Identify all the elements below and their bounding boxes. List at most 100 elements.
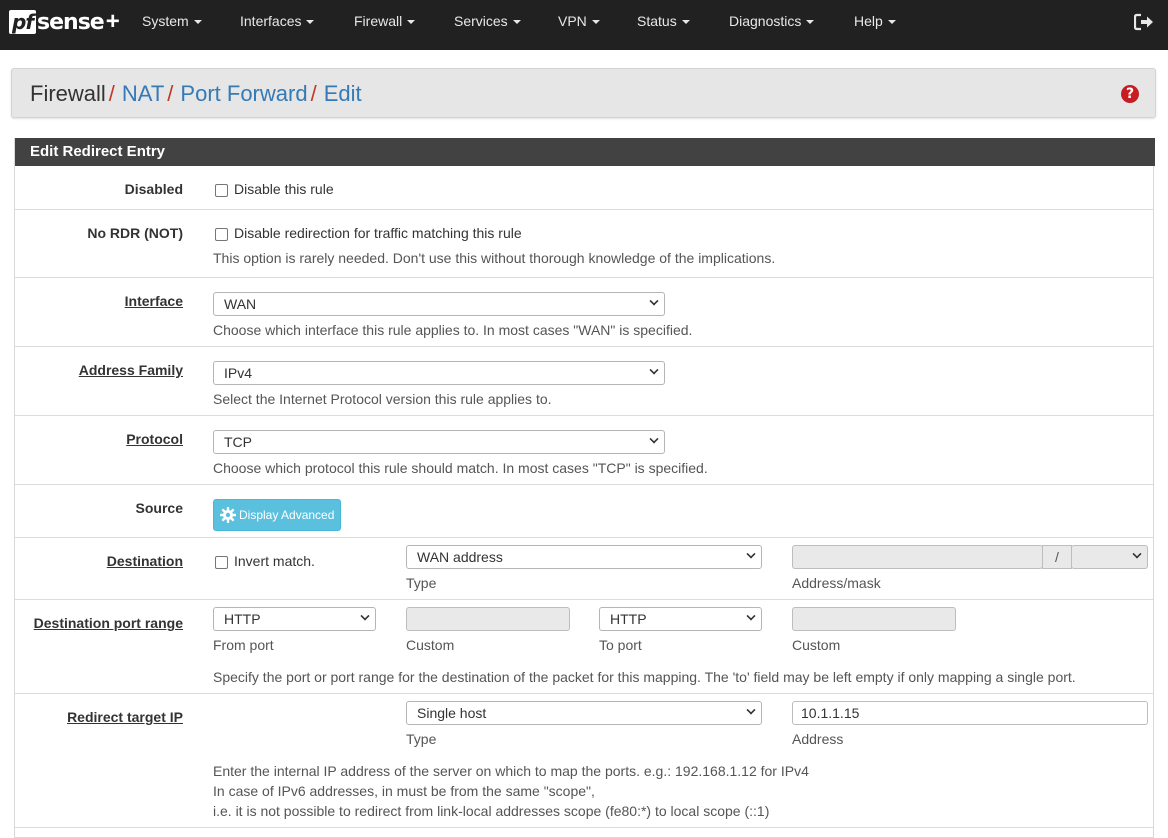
help-icon[interactable]: ? xyxy=(1121,85,1139,103)
nav-menu-label: System xyxy=(142,13,189,29)
caret-down-icon xyxy=(681,20,690,25)
invert-match-checkbox-label[interactable]: Invert match. xyxy=(234,553,315,569)
nav-menu-services[interactable]: Services xyxy=(454,0,521,44)
disable-rule-checkbox[interactable] xyxy=(215,184,228,197)
disable-rule-checkbox-label[interactable]: Disable this rule xyxy=(234,181,334,197)
nav-menu-help[interactable]: Help xyxy=(854,0,896,44)
to-port-custom-input[interactable] xyxy=(792,607,956,631)
chevron-down-icon xyxy=(1132,549,1142,559)
row-address-family: Address Family IPv4 Select the Internet … xyxy=(15,347,1153,416)
row-redirect-target-ip: Redirect target IP Single host Type 10.1… xyxy=(15,694,1153,828)
nav-menu-status[interactable]: Status xyxy=(637,0,690,44)
destination-port-help-text: Specify the port or port range for the d… xyxy=(213,669,1076,685)
nav-menu-label: Interfaces xyxy=(240,13,302,29)
nordr-checkbox[interactable] xyxy=(215,228,228,241)
nordr-checkbox-label[interactable]: Disable redirection for traffic matching… xyxy=(234,225,522,241)
nav-menu-label: VPN xyxy=(558,13,587,29)
destination-mask-separator: / xyxy=(1042,545,1072,569)
nav-menu-diagnostics[interactable]: Diagnostics xyxy=(729,0,815,44)
redirect-address-input[interactable]: 10.1.1.15 xyxy=(792,701,1148,725)
panel-title: Edit Redirect Entry xyxy=(15,138,1155,166)
redirect-address-value: 10.1.1.15 xyxy=(801,705,860,721)
nordr-help-text: This option is rarely needed. Don't use … xyxy=(213,250,776,266)
interface-label[interactable]: Interface xyxy=(125,293,183,309)
redirect-help-line-3: i.e. it is not possible to redirect from… xyxy=(213,803,770,819)
nav-menu-label: Firewall xyxy=(354,13,403,29)
row-source: Source Display Advanced xyxy=(15,485,1153,538)
redirect-address-caption: Address xyxy=(792,731,844,747)
address-family-select-value: IPv4 xyxy=(224,365,253,381)
logo-sense: sense xyxy=(37,9,105,35)
address-family-select[interactable]: IPv4 xyxy=(213,361,665,385)
caret-down-icon xyxy=(887,20,896,25)
destination-mask-select[interactable] xyxy=(1071,545,1148,569)
nav-menu-label: Services xyxy=(454,13,508,29)
redirect-type-select[interactable]: Single host xyxy=(406,701,762,725)
from-port-select-value: HTTP xyxy=(224,611,261,627)
caret-down-icon xyxy=(193,20,202,25)
address-family-help-text: Select the Internet Protocol version thi… xyxy=(213,391,552,407)
breadcrumb-link-nat[interactable]: NAT xyxy=(122,81,164,106)
chevron-down-icon xyxy=(649,365,659,375)
row-interface: Interface WAN Choose which interface thi… xyxy=(15,278,1153,347)
breadcrumb-separator: / xyxy=(310,81,317,106)
chevron-down-icon xyxy=(746,549,756,559)
breadcrumb-bar: Firewall / NAT / Port Forward / Edit ? xyxy=(11,68,1156,118)
top-navbar: pf sense + System Interfaces Firewall Se… xyxy=(0,0,1168,50)
to-port-select[interactable]: HTTP xyxy=(599,607,762,631)
protocol-help-text: Choose which protocol this rule should m… xyxy=(213,460,708,476)
destination-address-caption: Address/mask xyxy=(792,575,881,591)
from-port-custom-input[interactable] xyxy=(406,607,570,631)
caret-down-icon xyxy=(306,20,315,25)
interface-help-text: Choose which interface this rule applies… xyxy=(213,322,693,338)
nordr-label: No RDR (NOT) xyxy=(87,225,183,241)
nav-menu-label: Diagnostics xyxy=(729,13,802,29)
caret-down-icon xyxy=(806,20,815,25)
interface-select-value: WAN xyxy=(224,296,257,312)
nav-menu-system[interactable]: System xyxy=(142,0,202,44)
breadcrumb-separator: / xyxy=(108,81,115,106)
destination-address-input[interactable] xyxy=(792,545,1043,569)
from-port-select[interactable]: HTTP xyxy=(213,607,376,631)
destination-port-range-label[interactable]: Destination port range xyxy=(34,615,183,631)
chevron-down-icon xyxy=(649,434,659,444)
logout-icon[interactable] xyxy=(1134,13,1154,31)
nav-menu-vpn[interactable]: VPN xyxy=(558,0,600,44)
destination-label[interactable]: Destination xyxy=(107,553,183,569)
from-port-caption: From port xyxy=(213,637,274,653)
redirect-help-line-2: In case of IPv6 addresses, in must be fr… xyxy=(213,783,595,799)
redirect-target-ip-label[interactable]: Redirect target IP xyxy=(67,709,183,725)
destination-type-select-value: WAN address xyxy=(417,549,503,565)
invert-match-checkbox[interactable] xyxy=(215,556,228,569)
to-port-select-value: HTTP xyxy=(610,611,647,627)
protocol-select-value: TCP xyxy=(224,434,252,450)
chevron-down-icon xyxy=(649,296,659,306)
source-label: Source xyxy=(135,500,183,516)
breadcrumb-root: Firewall xyxy=(30,81,106,106)
protocol-select[interactable]: TCP xyxy=(213,430,665,454)
edit-redirect-panel: Edit Redirect Entry Disabled Disable thi… xyxy=(14,138,1155,838)
row-nordr: No RDR (NOT) Disable redirection for tra… xyxy=(15,210,1153,278)
redirect-type-select-value: Single host xyxy=(417,705,487,721)
breadcrumb-link-edit[interactable]: Edit xyxy=(324,81,362,106)
row-protocol: Protocol TCP Choose which protocol this … xyxy=(15,416,1153,485)
breadcrumb: Firewall / NAT / Port Forward / Edit xyxy=(30,81,362,107)
redirect-help-line-1: Enter the internal IP address of the ser… xyxy=(213,763,809,779)
breadcrumb-link-port-forward[interactable]: Port Forward xyxy=(180,81,307,106)
display-advanced-button[interactable]: Display Advanced xyxy=(213,499,342,531)
breadcrumb-separator: / xyxy=(167,81,174,106)
from-port-custom-caption: Custom xyxy=(406,637,455,653)
caret-down-icon xyxy=(591,20,600,25)
interface-select[interactable]: WAN xyxy=(213,292,665,316)
to-port-caption: To port xyxy=(599,637,642,653)
nav-menu-firewall[interactable]: Firewall xyxy=(354,0,416,44)
nav-menu-interfaces[interactable]: Interfaces xyxy=(240,0,315,44)
destination-type-select[interactable]: WAN address xyxy=(406,545,762,569)
destination-type-caption: Type xyxy=(406,575,437,591)
pfsense-logo[interactable]: pf sense + xyxy=(9,8,120,35)
address-family-label[interactable]: Address Family xyxy=(79,362,183,378)
nav-menu-label: Status xyxy=(637,13,677,29)
logo-pf: pf xyxy=(9,10,37,34)
protocol-label[interactable]: Protocol xyxy=(126,431,183,447)
display-advanced-label: Display Advanced xyxy=(239,508,335,522)
